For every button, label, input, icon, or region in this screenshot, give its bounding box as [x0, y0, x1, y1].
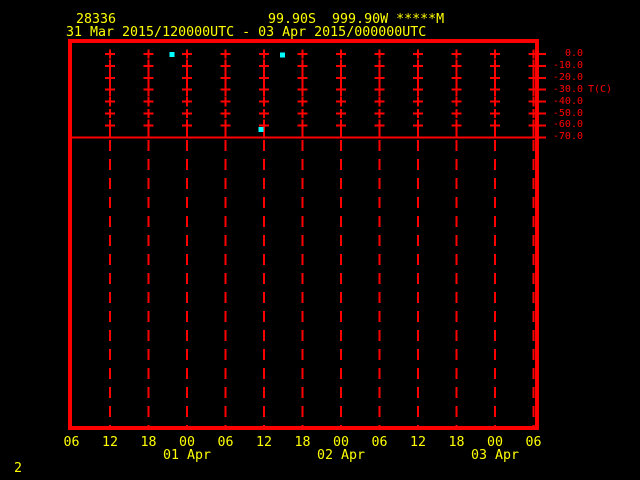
y-axis-tick-label: -70.0: [552, 131, 583, 143]
x-axis-tick-label: 12: [255, 435, 273, 450]
x-axis-date-label: 02 Apr: [316, 448, 366, 463]
y-axis-title: T(C): [588, 84, 613, 95]
x-axis-tick-label: 18: [448, 435, 465, 450]
y-axis-tick-label: -60.0: [552, 119, 583, 131]
x-axis-tick-label: 06: [371, 435, 388, 450]
x-axis-tick-label: 06: [63, 435, 80, 450]
x-axis-tick-label: 18: [294, 435, 311, 450]
data-point: [280, 52, 286, 58]
x-axis-tick-label: 18: [140, 435, 157, 450]
data-point: [258, 126, 264, 132]
y-axis-tick-label: -40.0: [552, 95, 583, 107]
y-axis-tick-label: -20.0: [552, 71, 583, 83]
y-axis-tick-label: -30.0: [552, 83, 583, 95]
data-point: [169, 52, 175, 58]
x-axis-tick-label: 06: [525, 435, 542, 450]
x-axis-tick-label: 12: [409, 435, 427, 450]
meteogram-screen: 28336 99.90S 999.90W *****M 31 Mar 2015/…: [0, 0, 640, 480]
x-axis-tick-label: 06: [217, 435, 234, 450]
x-axis-date-label: 01 Apr: [162, 448, 212, 463]
y-axis-tick-label: -50.0: [552, 107, 583, 119]
x-axis-date-label: 03 Apr: [470, 448, 520, 463]
temperature-time-series-plot: [68, 39, 546, 430]
page-number: 2: [14, 461, 23, 476]
y-axis-tick-label: -10.0: [552, 59, 583, 71]
y-axis-tick-label: 0.0: [564, 48, 583, 59]
x-axis-tick-label: 12: [101, 435, 119, 450]
